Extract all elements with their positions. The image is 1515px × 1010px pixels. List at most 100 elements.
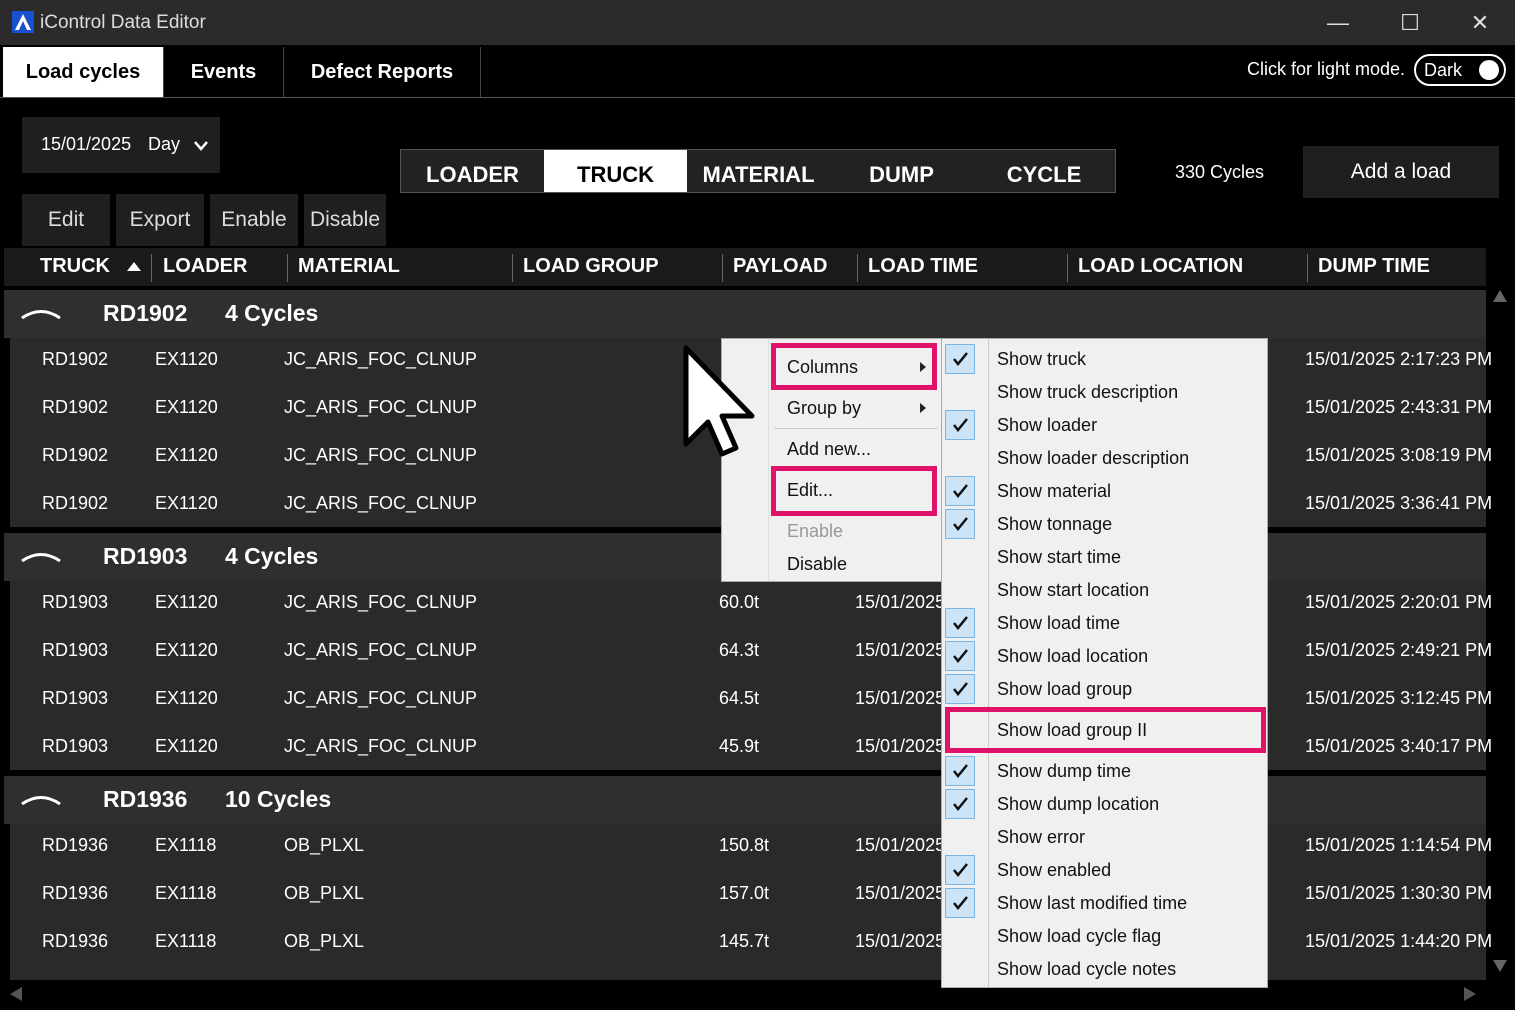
cell-dump-time[interactable]: 15/01/2025 3:08:19 PM (1305, 445, 1492, 466)
menu-item-show-truck[interactable]: Show truck (997, 349, 1086, 370)
cell-truck[interactable]: RD1903 (42, 688, 108, 709)
cell-payload[interactable]: 45.9t (719, 736, 759, 757)
minimize-button[interactable]: — (1314, 6, 1362, 40)
menu-item-show-enabled[interactable]: Show enabled (997, 860, 1111, 881)
cell-payload[interactable]: 60.0t (719, 592, 759, 613)
close-button[interactable]: ✕ (1456, 6, 1504, 40)
theme-toggle[interactable]: Dark (1414, 54, 1506, 86)
cell-loader[interactable]: EX1120 (155, 445, 218, 466)
menu-item-edit[interactable]: Edit... (787, 480, 833, 501)
menu-item-show-load-cycle-notes[interactable]: Show load cycle notes (997, 959, 1176, 980)
menu-item-show-load-group-ii[interactable]: Show load group II (997, 720, 1147, 741)
cell-truck[interactable]: RD1902 (42, 493, 108, 514)
cell-loader[interactable]: EX1118 (155, 931, 216, 952)
menu-item-show-loader[interactable]: Show loader (997, 415, 1097, 436)
cell-dump-time[interactable]: 15/01/2025 3:40:17 PM (1305, 736, 1492, 757)
cell-loader[interactable]: EX1120 (155, 349, 218, 370)
menu-item-show-truck-description[interactable]: Show truck description (997, 382, 1178, 403)
cell-loader[interactable]: EX1120 (155, 688, 218, 709)
cell-dump-time[interactable]: 15/01/2025 2:49:21 PM (1305, 640, 1492, 661)
cell-dump-time[interactable]: 15/01/2025 2:20:01 PM (1305, 592, 1492, 613)
scroll-down-icon[interactable] (1493, 960, 1507, 972)
cell-material[interactable]: JC_ARIS_FOC_CLNUP (284, 640, 477, 661)
cell-material[interactable]: JC_ARIS_FOC_CLNUP (284, 493, 477, 514)
cell-material[interactable]: JC_ARIS_FOC_CLNUP (284, 397, 477, 418)
column-header-dump-time[interactable]: DUMP TIME (1318, 255, 1430, 278)
segment-dump[interactable]: DUMP (830, 150, 973, 192)
cell-material[interactable]: JC_ARIS_FOC_CLNUP (284, 349, 477, 370)
column-header-truck[interactable]: TRUCK (40, 255, 110, 278)
cell-loader[interactable]: EX1120 (155, 592, 218, 613)
cell-dump-time[interactable]: 15/01/2025 2:43:31 PM (1305, 397, 1492, 418)
collapse-icon[interactable] (21, 793, 61, 805)
cell-loader[interactable]: EX1120 (155, 493, 218, 514)
segment-material[interactable]: MATERIAL (687, 150, 830, 192)
column-separator[interactable] (857, 254, 858, 282)
menu-item-add-new[interactable]: Add new... (787, 439, 871, 460)
cell-load-time[interactable]: 15/01/2025 (855, 640, 945, 661)
menu-item-show-last-modified-time[interactable]: Show last modified time (997, 893, 1187, 914)
cell-load-time[interactable]: 15/01/2025 (855, 592, 945, 613)
column-header-load-group[interactable]: LOAD GROUP (523, 255, 659, 278)
scroll-up-icon[interactable] (1493, 290, 1507, 302)
cell-truck[interactable]: RD1902 (42, 397, 108, 418)
cell-truck[interactable]: RD1903 (42, 640, 108, 661)
menu-item-show-tonnage[interactable]: Show tonnage (997, 514, 1112, 535)
add-load-button[interactable]: Add a load (1303, 146, 1499, 198)
tab-defect-reports[interactable]: Defect Reports (284, 47, 481, 97)
segment-truck[interactable]: TRUCK (544, 150, 687, 192)
menu-item-show-load-group[interactable]: Show load group (997, 679, 1132, 700)
menu-item-disable[interactable]: Disable (787, 554, 847, 575)
column-header-payload[interactable]: PAYLOAD (733, 255, 827, 278)
cell-dump-time[interactable]: 15/01/2025 3:36:41 PM (1305, 493, 1492, 514)
cell-load-time[interactable]: 15/01/2025 (855, 736, 945, 757)
cell-load-time[interactable]: 15/01/2025 (855, 688, 945, 709)
segment-cycle[interactable]: CYCLE (973, 150, 1115, 192)
menu-item-show-start-time[interactable]: Show start time (997, 547, 1121, 568)
tab-load-cycles[interactable]: Load cycles (3, 47, 164, 97)
enable-button[interactable]: Enable (210, 194, 298, 246)
cell-dump-time[interactable]: 15/01/2025 3:12:45 PM (1305, 688, 1492, 709)
cell-dump-time[interactable]: 15/01/2025 1:30:30 PM (1305, 883, 1492, 904)
menu-item-columns[interactable]: Columns (787, 357, 858, 378)
disable-button[interactable]: Disable (304, 194, 386, 246)
column-separator[interactable] (151, 254, 152, 282)
column-header-load-location[interactable]: LOAD LOCATION (1078, 255, 1243, 278)
cell-truck[interactable]: RD1902 (42, 349, 108, 370)
scroll-right-icon[interactable] (1464, 987, 1476, 1001)
menu-item-show-load-cycle-flag[interactable]: Show load cycle flag (997, 926, 1161, 947)
cell-loader[interactable]: EX1118 (155, 883, 216, 904)
vertical-scrollbar[interactable] (1488, 286, 1512, 976)
cell-payload[interactable]: 64.5t (719, 688, 759, 709)
column-separator[interactable] (287, 254, 288, 282)
cell-load-time[interactable]: 15/01/2025 (855, 883, 945, 904)
cell-payload[interactable]: 157.0t (719, 883, 769, 904)
menu-item-show-dump-time[interactable]: Show dump time (997, 761, 1131, 782)
menu-item-show-start-location[interactable]: Show start location (997, 580, 1149, 601)
cell-loader[interactable]: EX1120 (155, 640, 218, 661)
menu-item-show-loader-description[interactable]: Show loader description (997, 448, 1189, 469)
cell-loader[interactable]: EX1120 (155, 736, 218, 757)
column-header-load-time[interactable]: LOAD TIME (868, 255, 978, 278)
column-separator[interactable] (1067, 254, 1068, 282)
collapse-icon[interactable] (21, 550, 61, 562)
menu-item-show-error[interactable]: Show error (997, 827, 1085, 848)
cell-material[interactable]: OB_PLXL (284, 931, 364, 952)
edit-button[interactable]: Edit (22, 194, 110, 246)
collapse-icon[interactable] (21, 307, 61, 319)
cell-material[interactable]: JC_ARIS_FOC_CLNUP (284, 445, 477, 466)
cell-payload[interactable]: 64.3t (719, 640, 759, 661)
column-header-loader[interactable]: LOADER (163, 255, 247, 278)
cell-truck[interactable]: RD1902 (42, 445, 108, 466)
cell-loader[interactable]: EX1118 (155, 835, 216, 856)
menu-item-show-material[interactable]: Show material (997, 481, 1111, 502)
cell-payload[interactable]: 145.7t (719, 931, 769, 952)
column-header-material[interactable]: MATERIAL (298, 255, 400, 278)
cell-material[interactable]: OB_PLXL (284, 883, 364, 904)
segment-loader[interactable]: LOADER (401, 150, 544, 192)
export-button[interactable]: Export (116, 194, 204, 246)
menu-item-show-load-location[interactable]: Show load location (997, 646, 1148, 667)
menu-item-show-dump-location[interactable]: Show dump location (997, 794, 1159, 815)
column-separator[interactable] (512, 254, 513, 282)
cell-material[interactable]: JC_ARIS_FOC_CLNUP (284, 592, 477, 613)
